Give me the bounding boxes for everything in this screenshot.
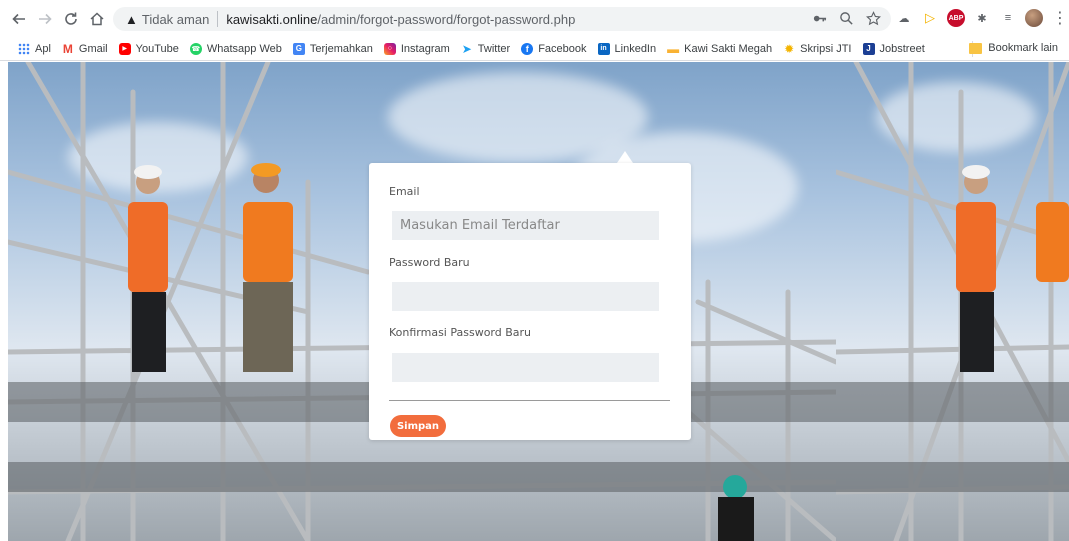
warning-triangle-icon[interactable]: ▲ [125,12,138,27]
bookmark-kawi[interactable]: ▬ Kawi Sakti Megah [667,41,773,56]
bookmark-label: Kawi Sakti Megah [684,42,773,55]
bookmark-jobstreet[interactable]: J Jobstreet [862,42,925,55]
youtube-icon: ▶ [118,42,131,55]
translate-icon: G [292,42,305,55]
zoom-icon[interactable] [839,11,854,29]
security-status[interactable]: Tidak aman [142,12,209,27]
home-icon[interactable] [86,8,108,30]
email-label: Email [389,185,420,198]
new-password-label: Password Baru [389,256,470,269]
bookmark-linkedin[interactable]: in LinkedIn [597,42,657,55]
confirm-password-label: Konfirmasi Password Baru [389,326,532,339]
adblock-icon[interactable]: ABP [947,9,965,27]
bookmark-label: Twitter [477,42,511,55]
url-host: kawisakti.online [226,11,318,27]
profile-avatar[interactable] [1025,9,1043,27]
playlist-icon[interactable]: ≡ [999,9,1017,27]
nav-buttons [8,8,108,30]
gmail-icon: M [62,41,73,56]
bookmark-apl[interactable]: Apl [18,42,51,55]
sun-icon: ✹ [784,41,795,56]
new-password-field[interactable] [392,282,659,311]
bookmark-skripsi[interactable]: ✹ Skripsi JTI [783,41,852,56]
twitter-icon: ➤ [461,41,472,56]
bookmark-whatsapp[interactable]: ☎ Whatsapp Web [189,42,282,55]
page-content: Email Password Baru Konfirmasi Password … [0,62,1069,541]
card-pointer [617,151,633,163]
instagram-icon: ○ [383,42,396,55]
address-bar[interactable]: ▲ Tidak aman kawisakti.online/admin/forg… [113,7,891,31]
omnibox-divider [217,11,219,27]
extensions: ☁ ▷ ABP ✱ ≡ ⋮ [895,9,1069,27]
bookmark-youtube[interactable]: ▶ YouTube [118,42,179,55]
bookmark-label: Terjemahkan [309,42,373,55]
bookmark-label: LinkedIn [614,42,657,55]
forgot-password-card: Email Password Baru Konfirmasi Password … [369,163,691,440]
scaffolding-structure [836,62,1069,541]
bookmark-label: Gmail [78,42,108,55]
confirm-password-field[interactable] [392,353,659,382]
bookmark-label: Facebook [538,42,587,55]
apps-grid-icon [18,42,30,55]
puzzle-icon[interactable]: ✱ [973,9,991,27]
bookmark-instagram[interactable]: ○ Instagram [383,42,450,55]
bookmark-translate[interactable]: G Terjemahkan [292,42,373,55]
whatsapp-icon: ☎ [189,42,202,55]
form-divider [389,400,670,401]
linkedin-icon: in [597,42,610,55]
play-extension-icon[interactable]: ▷ [921,9,939,27]
kebab-menu-icon[interactable]: ⋮ [1051,9,1069,27]
back-arrow-icon[interactable] [8,8,30,30]
key-icon[interactable] [812,11,827,29]
bookmark-label: Whatsapp Web [206,42,282,55]
url-path: /admin/forgot-password/forgot-password.p… [317,11,576,27]
bookmark-gmail[interactable]: M Gmail [62,41,108,56]
bookmark-label: Skripsi JTI [800,42,852,55]
bookmark-twitter[interactable]: ➤ Twitter [461,41,511,56]
bookmark-label: YouTube [135,42,179,55]
forward-arrow-icon[interactable] [34,8,56,30]
star-icon[interactable] [866,11,881,29]
omnibox-actions [812,11,881,29]
folder-icon [969,42,983,54]
reload-icon[interactable] [60,8,82,30]
browser-toolbar: ▲ Tidak aman kawisakti.online/admin/forg… [0,0,1069,37]
bookmark-label: Instagram [400,42,450,55]
bookmark-other-folder[interactable]: Bookmark lain [969,42,1058,54]
bookmark-label: Bookmark lain [988,42,1058,54]
bookmark-facebook[interactable]: f Facebook [521,42,587,55]
jobstreet-icon: J [862,42,875,55]
bookmark-label: Jobstreet [879,42,925,55]
scaffolding-background-image-repeat [836,62,1069,541]
kawi-icon: ▬ [667,41,680,56]
save-button[interactable]: Simpan [390,415,446,437]
bookmarks-bar: Apl M Gmail ▶ YouTube ☎ Whatsapp Web G Terje… [0,37,1069,61]
facebook-icon: f [521,42,534,55]
bookmark-label: Apl [35,42,51,55]
email-field[interactable] [392,211,659,240]
cloud-icon[interactable]: ☁ [895,9,913,27]
